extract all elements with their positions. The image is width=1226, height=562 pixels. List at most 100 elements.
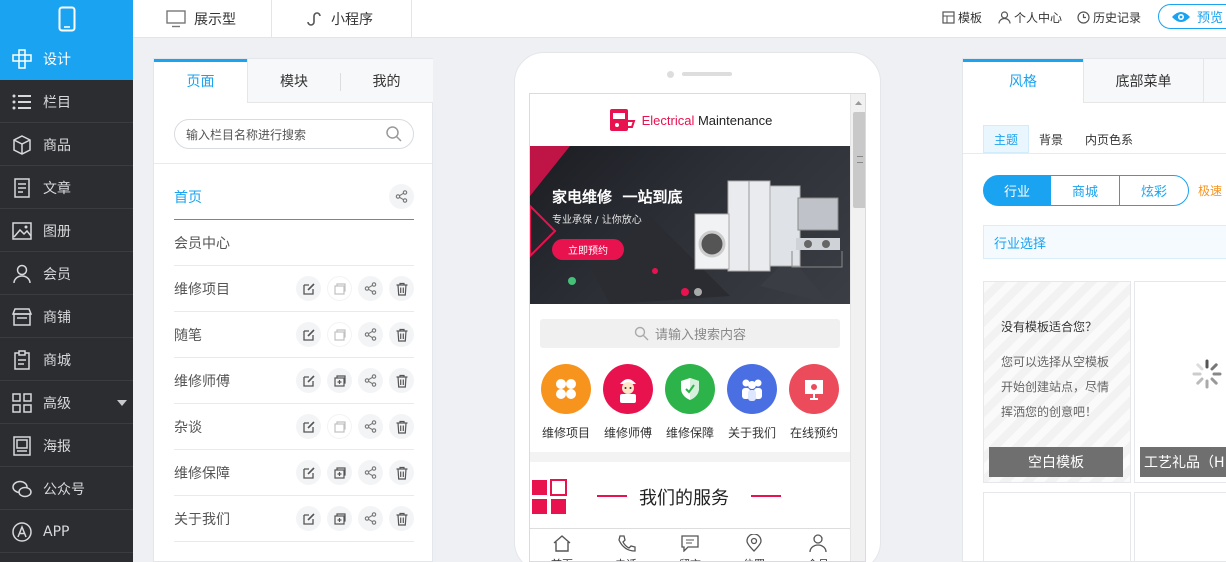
nav-item-mall[interactable]: 商城 — [0, 339, 133, 381]
edit-button[interactable] — [296, 368, 321, 393]
share-button[interactable] — [358, 414, 383, 439]
share-button[interactable] — [389, 184, 414, 209]
blank-template-card[interactable]: 没有模板适合您？ 您可以选择从空模板开始创建站点，尽情挥洒您的创意吧！ 空白模板 — [983, 281, 1131, 483]
tab-overflow — [1203, 59, 1226, 103]
nav-item-member[interactable]: 会员 — [0, 253, 133, 295]
subtab-inner-colors[interactable]: 内页色系 — [1085, 131, 1133, 148]
tab-mine[interactable]: 我的 — [340, 59, 433, 103]
tab-style[interactable]: 风格 — [963, 59, 1083, 103]
history-link[interactable]: 历史记录 — [1077, 0, 1141, 34]
site-search-input[interactable]: 请输入搜索内容 — [540, 319, 840, 348]
copy-button[interactable] — [327, 414, 352, 439]
blank-template-button[interactable]: 空白模板 — [989, 447, 1123, 477]
add-subpage-button[interactable] — [327, 368, 352, 393]
location-pin-icon — [746, 534, 762, 552]
segment-mall[interactable]: 商城 — [1050, 175, 1120, 206]
template-card[interactable] — [983, 492, 1131, 562]
bottom-nav-label: 位置 — [743, 556, 765, 561]
subtab-background[interactable]: 背景 — [1039, 131, 1063, 148]
share-button[interactable] — [358, 276, 383, 301]
user-center-link[interactable]: 个人中心 — [998, 0, 1062, 34]
loading-spinner-icon — [1192, 359, 1222, 389]
bottom-nav-location[interactable]: 位置 — [736, 534, 772, 561]
icon-repair-masters[interactable]: 维修师傅 — [598, 364, 658, 441]
delete-button[interactable] — [389, 414, 414, 439]
icon-online-booking[interactable]: 在线预约 — [784, 364, 844, 441]
tab-pages[interactable]: 页面 — [154, 59, 247, 103]
template-link[interactable]: 模板 — [942, 0, 982, 34]
edit-button[interactable] — [296, 414, 321, 439]
icon-repair-items[interactable]: 维修项目 — [536, 364, 596, 441]
preview-button[interactable]: 预览 — [1158, 4, 1226, 29]
nav-item-app[interactable]: APP — [0, 511, 133, 553]
template-card[interactable] — [1134, 492, 1226, 562]
banner-title: 家电维修 一站到底 — [552, 188, 683, 206]
page-row[interactable]: 随笔 — [174, 312, 414, 358]
page-row[interactable]: 维修师傅 — [174, 358, 414, 404]
copy-button[interactable] — [327, 276, 352, 301]
tab-modules[interactable]: 模块 — [247, 59, 340, 103]
page-row-member-center[interactable]: 会员中心 — [174, 220, 414, 266]
app-logo[interactable] — [0, 0, 133, 38]
delete-button[interactable] — [389, 276, 414, 301]
icon-repair-guarantee[interactable]: 维修保障 — [660, 364, 720, 441]
nav-item-album[interactable]: 图册 — [0, 210, 133, 252]
nav-item-design[interactable]: 设计 — [0, 38, 133, 80]
book-now-button[interactable]: 立即预约 — [552, 239, 624, 260]
page-row[interactable] — [174, 542, 414, 562]
delete-button[interactable] — [389, 322, 414, 347]
copy-button[interactable] — [327, 322, 352, 347]
share-icon — [364, 374, 377, 387]
speed-link[interactable]: 极速 — [1198, 182, 1222, 199]
add-subpage-button[interactable] — [327, 460, 352, 485]
nav-item-goods[interactable]: 商品 — [0, 124, 133, 166]
nav-item-shop[interactable]: 商铺 — [0, 296, 133, 338]
nav-item-advanced[interactable]: 高级 — [0, 382, 133, 424]
share-icon — [364, 420, 377, 433]
segment-industry[interactable]: 行业 — [983, 175, 1051, 206]
design-icon — [12, 49, 32, 69]
scroll-up-arrow[interactable] — [853, 98, 864, 109]
page-label: 维修师傅 — [174, 373, 230, 390]
shield-icon — [665, 364, 715, 414]
nav-item-column[interactable]: 栏目 — [0, 81, 133, 123]
page-row[interactable]: 关于我们 — [174, 496, 414, 542]
edit-button[interactable] — [296, 460, 321, 485]
hero-banner[interactable]: 家电维修 一站到底 专业承保 / 让你放心 立即预约 — [530, 146, 850, 304]
icon-about-us[interactable]: 关于我们 — [722, 364, 782, 441]
industry-select[interactable]: 行业选择 — [983, 225, 1226, 259]
segment-colorful[interactable]: 炫彩 — [1119, 175, 1189, 206]
page-row-home[interactable]: 首页 — [174, 174, 414, 220]
share-button[interactable] — [358, 460, 383, 485]
bottom-nav-member[interactable]: 会员 — [800, 534, 836, 561]
edit-button[interactable] — [296, 506, 321, 531]
phone-screen[interactable]: Electrical Maintenance 家电维修 一站到底 专业承保 / … — [529, 93, 866, 562]
share-button[interactable] — [358, 322, 383, 347]
edit-button[interactable] — [296, 276, 321, 301]
bottom-nav-phone[interactable]: 电话 — [608, 534, 644, 561]
delete-button[interactable] — [389, 506, 414, 531]
delete-button[interactable] — [389, 368, 414, 393]
craft-template-card[interactable]: 工艺礼品（H1 — [1134, 281, 1226, 483]
nav-item-poster[interactable]: 海报 — [0, 425, 133, 467]
share-button[interactable] — [358, 368, 383, 393]
bottom-nav-message[interactable]: 留言 — [672, 534, 708, 561]
tab-display-type[interactable]: 展示型 — [166, 0, 236, 38]
nav-item-article[interactable]: 文章 — [0, 167, 133, 209]
list-icon — [12, 94, 31, 109]
add-subpage-button[interactable] — [327, 506, 352, 531]
edit-button[interactable] — [296, 322, 321, 347]
tab-bottom-menu[interactable]: 底部菜单 — [1083, 59, 1203, 103]
subtab-theme[interactable]: 主题 — [983, 125, 1029, 153]
delete-button[interactable] — [389, 460, 414, 485]
tab-miniprogram[interactable]: 小程序 — [305, 0, 373, 38]
page-row[interactable]: 杂谈 — [174, 404, 414, 450]
column-search-input[interactable]: 输入栏目名称进行搜索 — [174, 119, 414, 149]
nav-item-official-account[interactable]: 公众号 — [0, 468, 133, 510]
phone-scrollbar[interactable] — [850, 94, 865, 561]
page-row[interactable]: 维修项目 — [174, 266, 414, 312]
bottom-nav-home[interactable]: 首页 — [544, 534, 580, 561]
page-row[interactable]: 维修保障 — [174, 450, 414, 496]
scroll-thumb[interactable] — [853, 112, 865, 208]
share-button[interactable] — [358, 506, 383, 531]
